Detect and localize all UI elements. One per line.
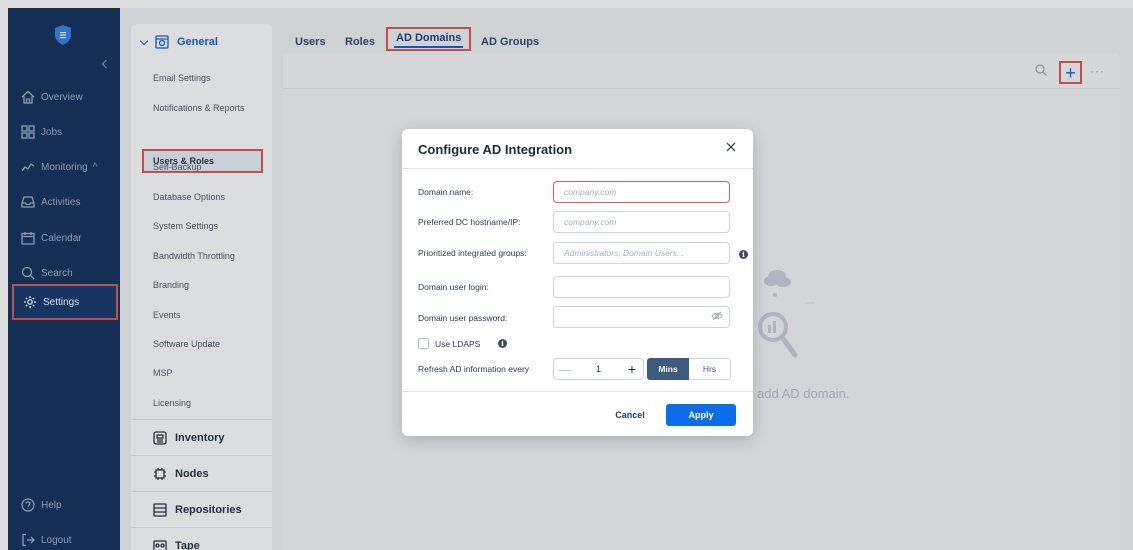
decrement-button[interactable]: —: [554, 362, 576, 377]
refresh-interval-stepper: — 1 +: [553, 358, 644, 380]
use-ldaps-checkbox[interactable]: [418, 338, 429, 349]
eye-hidden-icon[interactable]: [711, 311, 723, 321]
info-icon[interactable]: i: [498, 339, 507, 348]
unit-mins-toggle[interactable]: Mins: [647, 358, 689, 380]
user-password-input[interactable]: [553, 306, 730, 328]
domain-name-label: Domain name:: [418, 187, 474, 197]
dialog-title: Configure AD Integration: [418, 142, 573, 157]
cancel-button[interactable]: Cancel: [605, 405, 655, 425]
refresh-interval-value[interactable]: 1: [576, 364, 621, 374]
unit-hrs-toggle[interactable]: Hrs: [689, 358, 731, 380]
preferred-dc-input[interactable]: [553, 211, 730, 233]
domain-name-input[interactable]: [553, 181, 730, 203]
apply-button[interactable]: Apply: [666, 404, 736, 426]
use-ldaps-label: Use LDAPS: [435, 339, 481, 349]
dialog-footer-divider: [402, 391, 753, 392]
refresh-label: Refresh AD information every: [418, 364, 530, 374]
increment-button[interactable]: +: [621, 361, 643, 377]
integrated-groups-input[interactable]: [553, 242, 730, 264]
configure-ad-dialog: Configure AD Integration Domain name: Pr…: [402, 129, 753, 436]
integrated-groups-label: Prioritized integrated groups:: [418, 248, 527, 258]
user-login-label: Domain user login:: [418, 282, 489, 292]
preferred-dc-label: Preferred DC hostname/IP:: [418, 217, 521, 227]
info-icon[interactable]: i: [739, 250, 748, 259]
user-password-label: Domain user password:: [418, 313, 508, 323]
user-login-input[interactable]: [553, 276, 730, 298]
dialog-header-divider: [402, 168, 753, 169]
close-icon[interactable]: [724, 140, 738, 154]
